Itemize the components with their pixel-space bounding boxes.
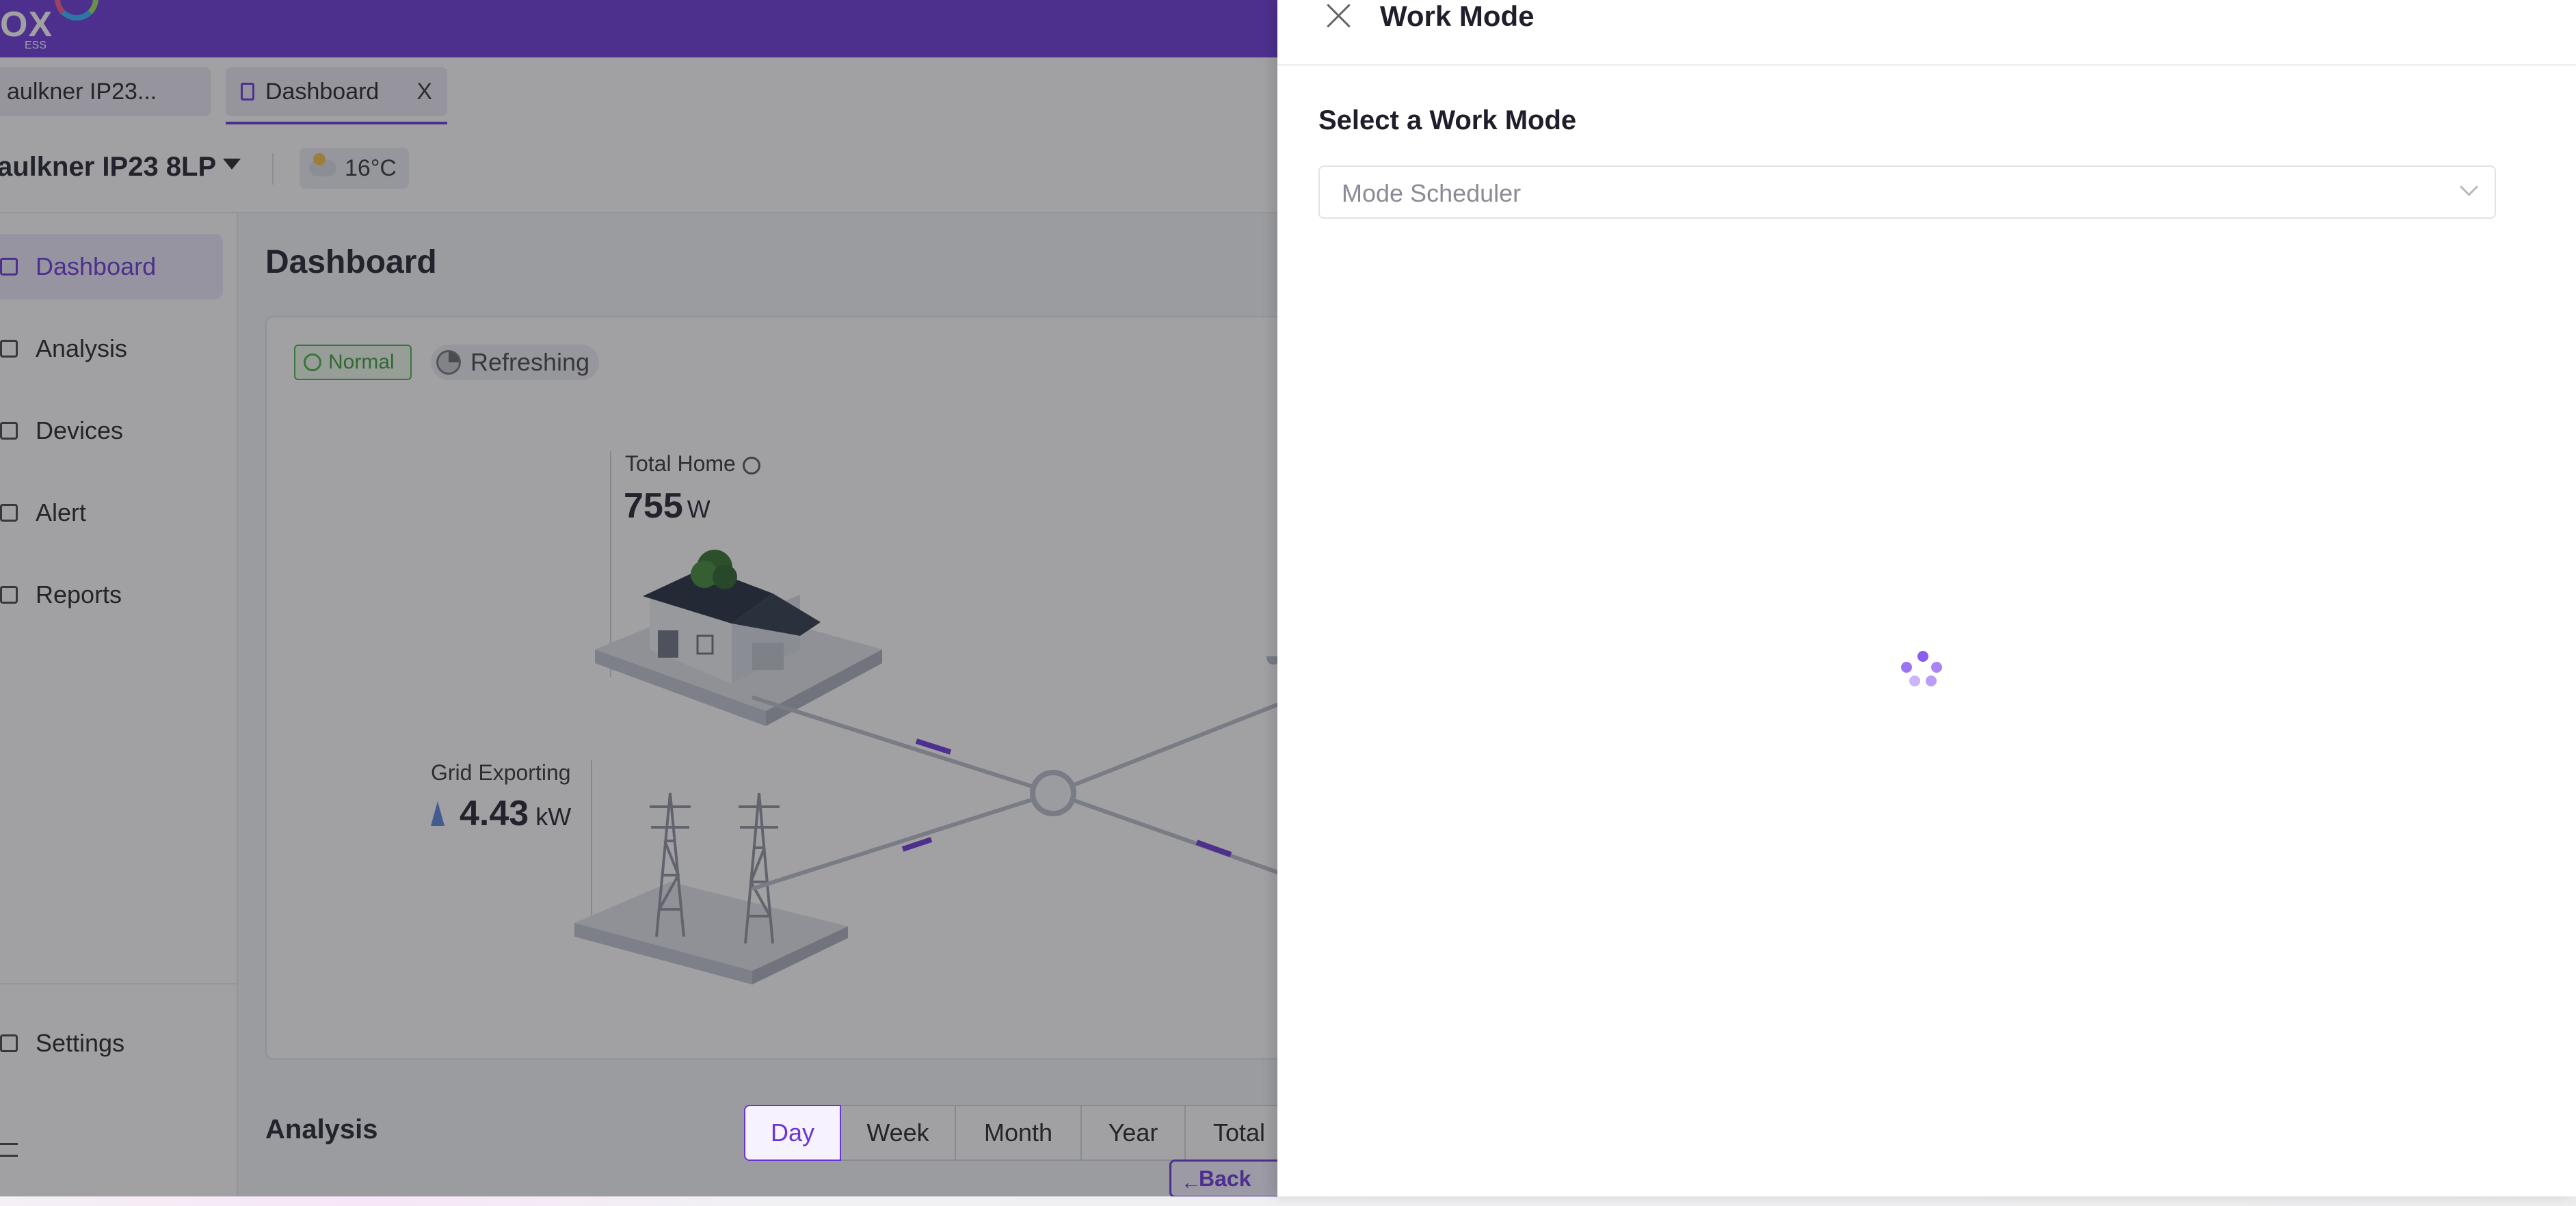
close-icon[interactable] <box>1325 3 1353 30</box>
work-mode-drawer: Work Mode Select a Work Mode Mode Schedu… <box>1277 0 2576 1196</box>
loading-spinner-icon <box>1901 651 1945 695</box>
select-work-mode-label: Select a Work Mode <box>1318 105 1577 135</box>
bottom-strip <box>0 1196 2576 1206</box>
drawer-title: Work Mode <box>1380 0 1535 32</box>
drawer-header: Work Mode <box>1277 0 2576 66</box>
chevron-down-icon <box>2460 178 2478 196</box>
work-mode-select[interactable]: Mode Scheduler <box>1318 165 2496 219</box>
period-day-button[interactable]: Day <box>744 1105 841 1161</box>
work-mode-select-value: Mode Scheduler <box>1342 179 1522 207</box>
modal-overlay[interactable] <box>0 0 1277 1196</box>
